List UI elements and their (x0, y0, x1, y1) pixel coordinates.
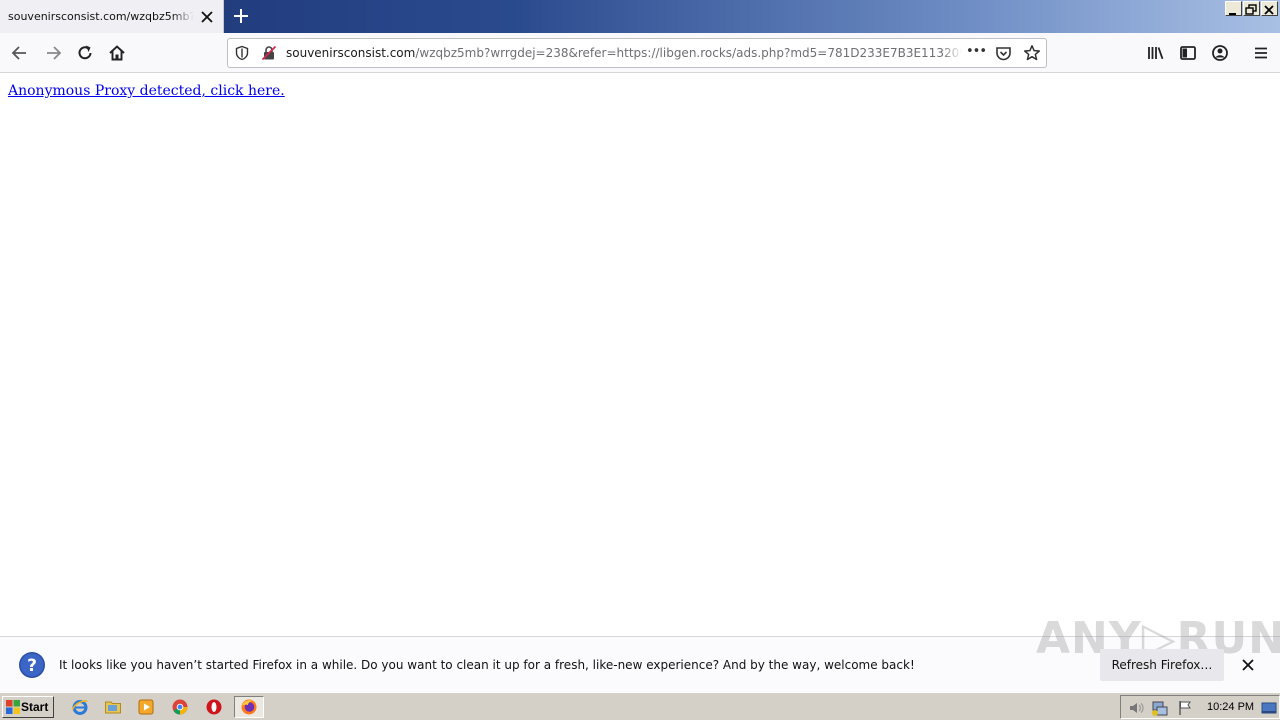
notification-bar: ? It looks like you haven’t started Fire… (0, 613, 1280, 692)
page-content: Anonymous Proxy detected, click here. (0, 74, 1280, 636)
taskbar: Start 10:24 PM (0, 692, 1280, 720)
active-tab[interactable]: souvenirsconsist.com/wzqbz5mb?wrrgdej=23… (0, 0, 224, 33)
page-actions-icon[interactable]: ••• (966, 44, 987, 59)
back-icon[interactable] (6, 39, 34, 67)
media-player-icon[interactable] (135, 697, 157, 717)
notification-close-icon[interactable] (1240, 657, 1256, 673)
sidebar-icon[interactable] (1174, 39, 1202, 67)
file-explorer-icon[interactable] (102, 697, 124, 717)
windows-logo-icon (6, 700, 20, 714)
question-icon: ? (18, 651, 46, 679)
opera-icon[interactable] (203, 697, 225, 717)
pocket-icon[interactable] (995, 45, 1012, 66)
reload-icon[interactable] (71, 39, 99, 67)
chrome-icon[interactable] (169, 697, 191, 717)
insecure-lock-icon[interactable] (261, 45, 277, 65)
bookmark-star-icon[interactable] (1023, 44, 1041, 66)
start-button[interactable]: Start (2, 696, 54, 718)
tab-close-icon[interactable] (198, 8, 216, 26)
address-bar[interactable]: souvenirsconsist.com/wzqbz5mb?wrrgdej=23… (227, 38, 1047, 68)
account-icon[interactable] (1206, 39, 1234, 67)
restore-icon[interactable] (1243, 1, 1260, 16)
system-tray: 10:24 PM (1120, 695, 1280, 719)
firefox-taskbar-icon[interactable] (234, 696, 264, 718)
url-path: /wzqbz5mb?wrrgdej=238&refer=https://libg… (415, 46, 962, 60)
start-label: Start (21, 700, 49, 714)
tracking-protection-icon[interactable] (234, 45, 250, 65)
volume-icon[interactable] (1127, 699, 1145, 721)
new-tab-icon[interactable] (230, 5, 252, 27)
network-icon[interactable] (1151, 699, 1169, 721)
url-domain: souvenirsconsist.com (286, 46, 416, 60)
clock: 10:24 PM (1207, 701, 1255, 713)
url-text[interactable]: souvenirsconsist.com/wzqbz5mb?wrrgdej=23… (286, 46, 962, 60)
svg-text:?: ? (27, 656, 37, 676)
anonymous-proxy-link[interactable]: Anonymous Proxy detected, click here. (8, 83, 285, 99)
library-icon[interactable] (1142, 39, 1170, 67)
action-center-flag-icon[interactable] (1176, 699, 1194, 721)
close-window-icon[interactable] (1261, 1, 1278, 16)
refresh-firefox-button[interactable]: Refresh Firefox… (1100, 649, 1224, 681)
notification-message: It looks like you haven’t started Firefo… (59, 658, 915, 672)
minimize-icon[interactable] (1225, 1, 1242, 16)
forward-icon[interactable] (39, 39, 67, 67)
tab-strip: souvenirsconsist.com/wzqbz5mb?wrrgdej=23… (0, 0, 1280, 33)
navigation-toolbar: souvenirsconsist.com/wzqbz5mb?wrrgdej=23… (0, 33, 1280, 73)
internet-explorer-icon[interactable] (69, 697, 91, 717)
home-icon[interactable] (103, 39, 131, 67)
window-controls (1225, 1, 1278, 16)
menu-icon[interactable] (1247, 39, 1275, 67)
show-desktop-icon[interactable] (1261, 700, 1277, 719)
tab-title: souvenirsconsist.com/wzqbz5mb?wrrgdej=23… (8, 10, 194, 23)
